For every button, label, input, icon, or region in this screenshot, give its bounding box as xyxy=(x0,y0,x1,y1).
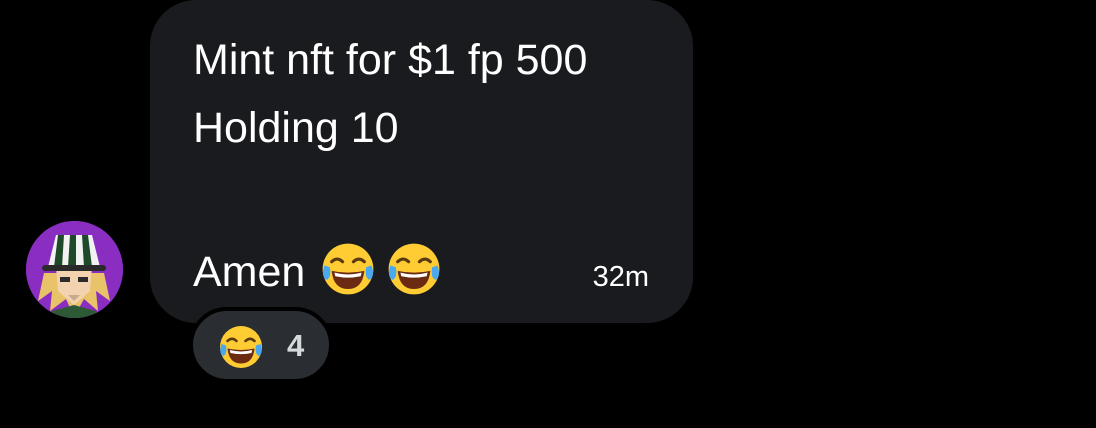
message-bubble[interactable]: Mint nft for $1 fp 500 Holding 10 Amen 3… xyxy=(150,0,693,323)
message-line-3-text: Amen xyxy=(193,248,306,296)
tears-of-joy-emoji-icon xyxy=(322,243,374,295)
message-line-1: Mint nft for $1 fp 500 xyxy=(193,36,588,84)
anime-avatar-icon xyxy=(26,221,123,318)
message-line-2: Holding 10 xyxy=(193,104,399,152)
reaction-pill[interactable]: 4 xyxy=(189,307,333,383)
message-timestamp: 32m xyxy=(592,261,649,293)
tears-of-joy-reaction-icon xyxy=(220,326,262,368)
tears-of-joy-emoji-icon xyxy=(388,243,440,295)
sender-avatar[interactable] xyxy=(26,221,123,318)
message-line-3: Amen xyxy=(193,240,443,298)
reaction-count: 4 xyxy=(287,328,305,363)
